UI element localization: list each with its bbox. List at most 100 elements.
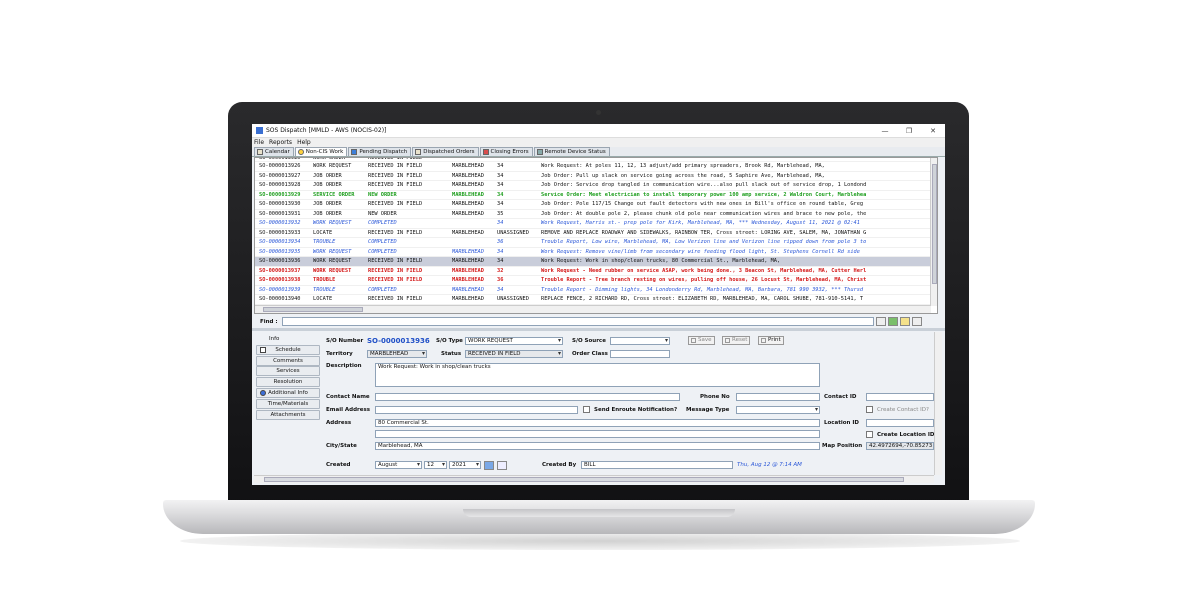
table-row[interactable]: SO-0000013939 TROUBLE COMPLETED MARBLEHEAD 3… [255,286,931,295]
message-type-select[interactable] [736,406,820,414]
order-class-field[interactable] [610,350,670,358]
app-window: SOS Dispatch [MMLD - AWS (NOCIS-02)] — ❐… [252,124,945,485]
table-row[interactable]: SO-0000013927 JOB ORDER RECEIVED IN FIELD M… [255,172,931,181]
so-number-label: S/O Number [326,338,364,344]
table-row[interactable]: SO-0000013929 SERVICE ORDER NEW ORDER MARBL… [255,191,931,200]
created-year-select[interactable]: 2021 [449,461,481,469]
cell-crew: UNASSIGNED [497,229,529,236]
export-excel-icon[interactable] [888,317,898,326]
city-state-field[interactable]: Marblehead, MA [375,442,820,450]
tab-calendar[interactable]: Calendar [254,147,294,156]
cell-desc: REPLACE FENCE, 2 RICHARD RD, Cross stree… [541,296,864,303]
restore-icon[interactable]: ❐ [897,127,921,135]
clock-icon[interactable] [497,461,507,470]
menu-file[interactable]: File [254,139,264,146]
cell-status: COMPLETED [368,220,397,227]
nav-attachments[interactable]: Attachments [256,409,320,420]
cell-type: TROUBLE [313,286,336,293]
contact-name-field[interactable] [375,393,680,401]
table-row-selected[interactable]: SO-0000013936 WORK REQUEST RECEIVED IN FIE… [255,257,931,267]
tab-remote-device-status[interactable]: Remote Device Status [533,147,610,156]
menu-reports[interactable]: Reports [269,139,292,146]
created-by-field[interactable]: BILL [581,461,733,469]
created-month-select[interactable]: August [375,461,422,469]
nav-schedule[interactable]: Schedule [256,344,320,355]
menu-help[interactable]: Help [297,139,311,146]
territory-select[interactable]: MARBLEHEAD [367,350,427,358]
so-type-select[interactable]: WORK REQUEST [465,337,563,345]
scroll-thumb[interactable] [264,477,904,482]
table-row[interactable]: SO-0000013935 WORK REQUEST COMPLETED MARBLE… [255,248,931,257]
cell-so: SO-0000013940 [259,296,301,303]
report-icon[interactable] [900,317,910,326]
table-row[interactable]: SO-0000013932 WORK REQUEST COMPLETED 34 Work… [255,219,931,229]
cell-so: SO-0000013935 [259,248,301,255]
print-button[interactable]: Print [758,336,784,345]
cell-so: SO-0000013932 [259,220,301,227]
save-button[interactable]: Save [688,336,715,345]
nav-comments[interactable]: Comments [256,355,320,366]
form-horizontal-scrollbar[interactable] [254,475,934,483]
email-field[interactable] [375,406,578,414]
nav-additional-info[interactable]: Additional Info [256,387,320,398]
laptop-base [163,500,1035,534]
dispatch-icon [351,149,358,155]
nav-time-materials[interactable]: Time/Materials [256,398,320,409]
address2-field[interactable] [375,430,820,438]
cell-desc: Trouble Report, Low wire, Marblehead, MA… [541,239,867,246]
scroll-thumb[interactable] [263,307,363,312]
tab-pending-dispatch[interactable]: Pending Dispatch [348,147,412,156]
cell-so: SO-0000013936 [259,258,301,265]
phone-field[interactable] [736,393,820,401]
location-id-field[interactable] [866,419,934,427]
reset-button[interactable]: Reset [722,336,751,345]
calendar-icon[interactable] [484,461,494,470]
create-location-checkbox[interactable] [866,431,873,438]
status-select[interactable]: RECEIVED IN FIELD [465,350,563,358]
address-field[interactable]: 80 Commercial St. [375,419,820,427]
last-page-icon[interactable] [912,317,922,326]
tab-label: Dispatched Orders [423,149,475,155]
table-vertical-scrollbar[interactable] [930,158,937,306]
status-label: Status [441,351,462,357]
created-by-label: Created By [542,462,577,468]
so-source-select[interactable] [610,337,670,345]
form-vertical-scrollbar[interactable] [934,332,942,475]
description-field[interactable]: Work Request: Work in shop/clean trucks [375,363,820,387]
table-row[interactable]: SO-0000013934 TROUBLE COMPLETED 36 Trouble R… [255,238,931,248]
cell-town: MARBLEHEAD [452,172,484,179]
cell-desc: Trouble Report - Tree branch resting on … [541,277,867,284]
nav-info[interactable]: Info [256,334,320,344]
map-position-label: Map Position [822,443,863,449]
orders-rows: SO-0000013925 WORK ORDER RECEIVED IN FIELD… [255,158,931,305]
table-row[interactable]: SO-0000013938 TROUBLE RECEIVED IN FIELD MAR… [255,276,931,286]
location-id-label: Location ID [824,420,859,426]
table-row[interactable]: SO-0000013937 WORK REQUEST RECEIVED IN FIE… [255,267,931,276]
tab-non-cis-work[interactable]: Non-CIS Work [294,147,348,156]
table-row[interactable]: SO-0000013928 JOB ORDER RECEIVED IN FIELD M… [255,181,931,191]
created-day-select[interactable]: 12 [424,461,447,469]
cell-status: RECEIVED IN FIELD [368,296,423,303]
table-row[interactable]: SO-0000013931 JOB ORDER NEW ORDER MARBLEHEA… [255,210,931,219]
minimize-icon[interactable]: — [873,127,897,135]
tab-closing-errors[interactable]: Closing Errors [479,147,533,156]
split-divider[interactable] [252,328,945,331]
table-row[interactable]: SO-0000013933 LOCATE RECEIVED IN FIELD MARB… [255,229,931,238]
nav-services[interactable]: Services [256,366,320,377]
created-timestamp: Thu, Aug 12 @ 7:14 AM [737,462,802,468]
create-contact-checkbox[interactable] [866,406,873,413]
find-input[interactable] [282,317,874,326]
description-label: Description [326,363,362,369]
table-horizontal-scrollbar[interactable] [255,305,931,313]
contact-id-field[interactable] [866,393,934,401]
scroll-thumb[interactable] [932,164,937,284]
table-row[interactable]: SO-0000013940 LOCATE RECEIVED IN FIELD MARB… [255,295,931,305]
tab-dispatched-orders[interactable]: Dispatched Orders [412,147,479,156]
table-row[interactable]: SO-0000013930 JOB ORDER RECEIVED IN FIELD M… [255,200,931,210]
nav-resolution[interactable]: Resolution [256,377,320,388]
cell-desc: Work Request: Remove vine/limb from seco… [541,248,860,255]
find-next-icon[interactable] [876,317,886,326]
enroute-checkbox[interactable] [583,406,590,413]
table-row[interactable]: SO-0000013926 WORK REQUEST RECEIVED IN FIE… [255,162,931,172]
close-icon[interactable]: ✕ [921,127,945,135]
